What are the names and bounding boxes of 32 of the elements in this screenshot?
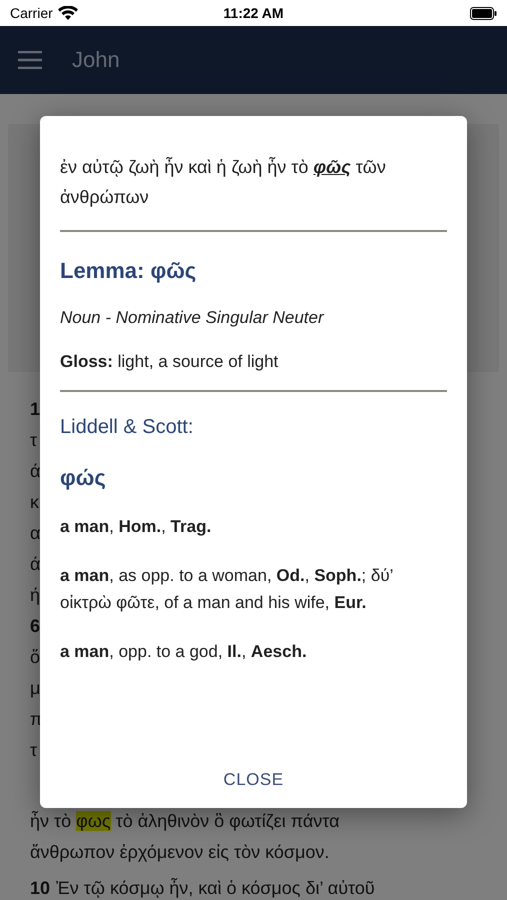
lemma-heading: Lemma: φῶς — [60, 258, 198, 284]
gloss-text: Gloss: light, a source of light — [60, 352, 280, 372]
verse-number: 1 — [30, 399, 40, 419]
greek-sentence: ἐν αὐτῷ ζωὴ ἦν καὶ ἡ ζωὴ ἦν τὸ φῶς τῶν ἀνθρώπων — [60, 156, 387, 209]
verse-text: κ — [30, 492, 39, 512]
verse-text: ή — [30, 585, 40, 605]
lexicon-entry: a man, as opp. to a woman, Od., Soph.; δύ’ οἰκτρὼ φῶτε, of a man and his wife, Eur. — [60, 565, 394, 614]
verse-text: Ἐν τῷ κόσμῳ ἦν, καὶ ὁ κόσμος δι’ αὐτοῦ — [56, 878, 375, 898]
lexicon-entry: a man, Hom., Trag. — [60, 516, 212, 538]
verse-text: ά — [30, 461, 40, 481]
verse-text: ἦν τὸ φως τὸ ἀληθινὸν ὃ φωτίζει πάντα — [30, 811, 340, 831]
verse-text: μ — [30, 678, 40, 698]
verse-text: τ — [30, 740, 38, 760]
lexicon-entry: a man, opp. to a god, Il., Aesch. — [60, 641, 308, 663]
verse-text: ὅ — [30, 647, 40, 667]
verse-text: α — [30, 523, 40, 543]
status-time: 11:22 AM — [223, 5, 284, 21]
close-button[interactable]: CLOSE — [207, 762, 300, 798]
battery-icon — [470, 6, 497, 20]
parsing-text: Noun - Nominative Singular Neuter — [60, 308, 326, 328]
carrier-label: Carrier — [10, 5, 53, 21]
app-bar-title: John — [72, 47, 120, 73]
selected-word-link[interactable]: φῶς — [313, 157, 351, 177]
verse-number: 6 — [30, 616, 40, 636]
wifi-icon — [58, 6, 78, 20]
menu-icon[interactable] — [18, 51, 42, 69]
headword: φώς — [60, 465, 107, 491]
verse-text: ά — [30, 554, 40, 574]
verse-number: 10 — [30, 878, 50, 898]
lexicon-title: Liddell & Scott: — [60, 416, 194, 439]
verse-text: τ — [30, 430, 38, 450]
verse-text: ἄνθρωπον ἐρχόμενον εἰς τὸν κόσμον. — [30, 842, 330, 862]
